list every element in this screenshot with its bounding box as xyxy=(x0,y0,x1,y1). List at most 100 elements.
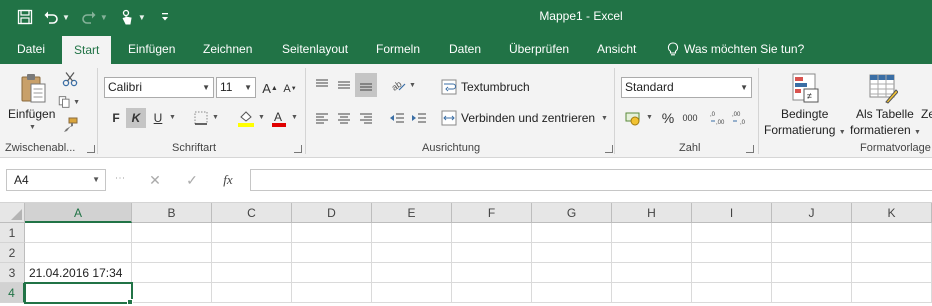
cell-g1[interactable] xyxy=(532,223,612,243)
cell-k2[interactable] xyxy=(852,243,932,263)
underline-button[interactable]: U xyxy=(149,108,167,128)
cell-f4[interactable] xyxy=(452,283,532,303)
merge-center-label[interactable]: Verbinden und zentrieren xyxy=(461,111,595,125)
cell-c3[interactable] xyxy=(212,263,292,283)
font-color-icon[interactable]: A xyxy=(269,108,289,128)
cell-d4[interactable] xyxy=(292,283,372,303)
font-color-dropdown-icon[interactable]: ▼ xyxy=(291,114,298,121)
cell-f1[interactable] xyxy=(452,223,532,243)
cell-c1[interactable] xyxy=(212,223,292,243)
paste-icon[interactable] xyxy=(18,70,50,108)
column-header-f[interactable]: F xyxy=(452,203,532,223)
decrease-indent-icon[interactable] xyxy=(388,108,406,128)
clipboard-launcher-icon[interactable] xyxy=(87,145,95,153)
cell-h2[interactable] xyxy=(612,243,692,263)
cell-g4[interactable] xyxy=(532,283,612,303)
percent-button[interactable]: % xyxy=(659,108,677,128)
underline-dropdown-icon[interactable]: ▼ xyxy=(169,114,176,121)
format-as-table-label-2[interactable]: formatieren ▼ xyxy=(850,123,921,137)
tab-einfuegen[interactable]: Einfügen xyxy=(128,34,175,64)
number-launcher-icon[interactable] xyxy=(746,145,754,153)
cell-e1[interactable] xyxy=(372,223,452,243)
paste-dropdown-icon[interactable]: ▼ xyxy=(29,124,36,131)
cell-k1[interactable] xyxy=(852,223,932,243)
thousands-separator-button[interactable]: 000 xyxy=(680,108,700,128)
italic-button[interactable]: K xyxy=(126,108,146,128)
column-header-k[interactable]: K xyxy=(852,203,932,223)
formula-input[interactable] xyxy=(250,169,932,191)
conditional-formatting-icon[interactable]: ≠ xyxy=(788,70,822,106)
name-box-dropdown-icon[interactable]: ▼ xyxy=(92,170,100,190)
column-header-e[interactable]: E xyxy=(372,203,452,223)
font-launcher-icon[interactable] xyxy=(294,145,302,153)
paste-label[interactable]: Einfügen xyxy=(8,107,55,121)
active-cell-a4[interactable] xyxy=(24,282,133,304)
column-header-d[interactable]: D xyxy=(292,203,372,223)
cell-d3[interactable] xyxy=(292,263,372,283)
column-header-h[interactable]: H xyxy=(612,203,692,223)
merge-dropdown-icon[interactable]: ▼ xyxy=(601,115,608,122)
tab-datei[interactable]: Datei xyxy=(17,34,45,64)
fill-handle[interactable] xyxy=(127,299,133,305)
tab-ueberpruefen[interactable]: Überprüfen xyxy=(509,34,569,64)
tab-zeichnen[interactable]: Zeichnen xyxy=(203,34,252,64)
column-header-a[interactable]: A xyxy=(25,203,132,223)
merge-center-icon[interactable] xyxy=(440,108,458,128)
row-header-3[interactable]: 3 xyxy=(0,263,25,283)
decrease-decimal-icon[interactable]: ,00,0 xyxy=(731,108,751,128)
cell-g3[interactable] xyxy=(532,263,612,283)
cell-h4[interactable] xyxy=(612,283,692,303)
format-painter-icon[interactable] xyxy=(60,116,80,134)
align-middle-icon[interactable] xyxy=(335,75,353,95)
increase-indent-icon[interactable] xyxy=(410,108,428,128)
orientation-dropdown-icon[interactable]: ▼ xyxy=(409,82,416,89)
cut-icon[interactable] xyxy=(60,70,80,88)
name-box[interactable]: A4 ▼ xyxy=(6,169,106,191)
wrap-text-label[interactable]: Textumbruch xyxy=(461,80,530,94)
orientation-icon[interactable]: ab xyxy=(388,75,408,95)
format-as-table-icon[interactable] xyxy=(866,70,900,106)
cell-i2[interactable] xyxy=(692,243,772,263)
column-header-g[interactable]: G xyxy=(532,203,612,223)
alignment-launcher-icon[interactable] xyxy=(605,145,613,153)
fill-color-dropdown-icon[interactable]: ▼ xyxy=(258,114,265,121)
cell-j3[interactable] xyxy=(772,263,852,283)
cell-k3[interactable] xyxy=(852,263,932,283)
cell-e4[interactable] xyxy=(372,283,452,303)
wrap-text-icon[interactable] xyxy=(440,77,458,97)
align-left-icon[interactable] xyxy=(313,108,331,128)
conditional-formatting-label-2[interactable]: Formatierung ▼ xyxy=(764,123,846,137)
cell-k4[interactable] xyxy=(852,283,932,303)
column-header-c[interactable]: C xyxy=(212,203,292,223)
row-header-2[interactable]: 2 xyxy=(0,243,25,263)
font-name-combo[interactable]: Calibri ▼ xyxy=(104,77,214,98)
align-top-icon[interactable] xyxy=(313,75,331,95)
cell-i3[interactable] xyxy=(692,263,772,283)
row-header-1[interactable]: 1 xyxy=(0,223,25,243)
cell-c2[interactable] xyxy=(212,243,292,263)
increase-decimal-icon[interactable]: ,0,00 xyxy=(709,108,729,128)
borders-icon[interactable] xyxy=(192,108,210,128)
cell-b3[interactable] xyxy=(132,263,212,283)
cell-a2[interactable] xyxy=(25,243,132,263)
column-header-j[interactable]: J xyxy=(772,203,852,223)
cell-g2[interactable] xyxy=(532,243,612,263)
cell-i4[interactable] xyxy=(692,283,772,303)
cell-d1[interactable] xyxy=(292,223,372,243)
cell-j2[interactable] xyxy=(772,243,852,263)
format-as-table-label-1[interactable]: Als Tabelle xyxy=(856,107,914,121)
grow-font-icon[interactable]: A ▲ xyxy=(262,78,278,98)
cell-d2[interactable] xyxy=(292,243,372,263)
accounting-dropdown-icon[interactable]: ▼ xyxy=(646,114,653,121)
accounting-format-icon[interactable] xyxy=(623,108,645,128)
cell-f3[interactable] xyxy=(452,263,532,283)
cell-a1[interactable] xyxy=(25,223,132,243)
font-size-combo[interactable]: 11 ▼ xyxy=(216,77,256,98)
column-header-b[interactable]: B xyxy=(132,203,212,223)
cell-b2[interactable] xyxy=(132,243,212,263)
cell-e3[interactable] xyxy=(372,263,452,283)
align-center-icon[interactable] xyxy=(335,108,353,128)
cell-h1[interactable] xyxy=(612,223,692,243)
tab-ansicht[interactable]: Ansicht xyxy=(597,34,636,64)
cell-i1[interactable] xyxy=(692,223,772,243)
